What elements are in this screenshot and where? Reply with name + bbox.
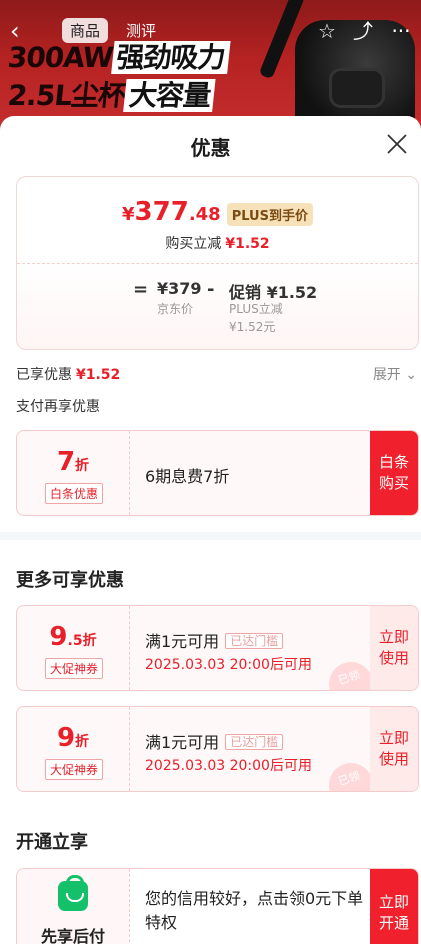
discount-number: 9 xyxy=(49,622,68,652)
coupon-valid-time: 2025.03.03 20:00后可用 xyxy=(145,657,312,673)
expand-label: 展开 xyxy=(372,367,401,383)
coupon-card: 9折 大促神券 满1元可用 已达门槛 2025.03.03 20:00后可用 已领… xyxy=(16,706,419,792)
favorite-star-icon[interactable]: ☆ xyxy=(314,18,340,44)
coupon-tag: 大促神券 xyxy=(45,658,104,679)
button-label-line1: 白条 xyxy=(378,453,409,471)
dashed-divider xyxy=(17,263,418,264)
use-coupon-button[interactable]: 立即 使用 xyxy=(370,606,418,690)
share-icon[interactable]: ⤴ xyxy=(350,18,376,44)
pay-later-card: 先享后付 您的信用较好，点击领0元下单特权 立即开通 xyxy=(16,868,419,944)
pay-later-name: 先享后付 xyxy=(40,927,105,944)
promo-sub-value: ¥1.52元 xyxy=(229,320,276,334)
discount-unit: 折 xyxy=(75,734,90,750)
use-coupon-button[interactable]: 立即 使用 xyxy=(370,707,418,791)
coupon-discount: 9折 xyxy=(17,723,129,753)
threshold-reached-chip: 已达门槛 xyxy=(225,633,284,649)
open-now-button[interactable]: 立即 开通 xyxy=(370,869,418,944)
coupon-separator xyxy=(129,707,130,791)
open-enjoy-title: 开通立享 xyxy=(16,832,88,853)
coupon-discount: 7折 xyxy=(17,447,129,477)
product-panel xyxy=(329,68,385,108)
price-symbol: ¥ xyxy=(122,204,135,225)
button-label-line2: 使用 xyxy=(378,649,409,667)
enjoyed-label: 已享优惠 xyxy=(16,367,72,383)
jd-price-label: 京东价 xyxy=(157,302,194,316)
section-gap xyxy=(0,532,421,540)
pay-more-label: 支付再享优惠 xyxy=(16,399,100,415)
coupon-card: 9.5折 大促神券 满1元可用 已达门槛 2025.03.03 20:00后可用 … xyxy=(16,605,419,691)
promo-text: 300AW xyxy=(6,41,115,74)
final-price: ¥377.48 xyxy=(122,197,221,227)
coupon-separator xyxy=(129,606,130,690)
promo-sub-label: PLUS立减 xyxy=(229,302,283,316)
coupon-title: 满1元可用 已达门槛 xyxy=(145,628,284,652)
promo-line-2: 2.5L尘杯大容量 xyxy=(6,74,217,114)
tab-review[interactable]: 测评 xyxy=(118,18,164,43)
pay-later-left: 先享后付 xyxy=(17,869,129,944)
button-label-line1: 立即 xyxy=(378,628,409,646)
close-icon[interactable] xyxy=(385,132,409,156)
promo-text-highlight: 大容量 xyxy=(123,79,217,112)
button-label-line1: 立即 xyxy=(378,893,409,911)
tab-product[interactable]: 商品 xyxy=(62,18,109,43)
more-discounts-title: 更多可享优惠 xyxy=(16,570,124,591)
jd-price: ¥379 xyxy=(157,279,202,298)
card-separator xyxy=(129,869,130,944)
coupon-title: 6期息费7折 xyxy=(145,467,230,486)
expand-toggle[interactable]: 展开 ⌄ xyxy=(373,364,417,384)
sheet-title: 优惠 xyxy=(190,136,231,160)
more-dots-icon[interactable]: ··· xyxy=(388,18,414,44)
back-arrow-icon[interactable]: ‹ xyxy=(10,18,36,44)
discount-number: 9 xyxy=(56,723,76,753)
coupon-tag: 大促神券 xyxy=(45,759,104,780)
discount-number: 7 xyxy=(56,447,76,477)
discount-unit: 折 xyxy=(75,458,90,474)
coupon-separator xyxy=(129,431,130,515)
threshold-reached-chip: 已达门槛 xyxy=(225,734,284,750)
reduce-label: 购买立减 xyxy=(165,236,222,252)
top-tabs: 商品 测评 xyxy=(62,18,164,43)
coupon-left: 9.5折 大促神券 xyxy=(17,606,129,690)
coupon-valid-time: 2025.03.03 20:00后可用 xyxy=(145,758,312,774)
reduce-value: ¥1.52 xyxy=(225,236,270,252)
coupon-discount: 9.5折 xyxy=(17,622,129,652)
coupon-title: 满1元可用 已达门槛 xyxy=(145,729,284,753)
final-price-row: ¥377.48 PLUS到手价 xyxy=(17,197,418,227)
product-banner: 300AW强劲吸力 2.5L尘杯大容量 ‹ 商品 测评 ☆ ⤴ ··· xyxy=(0,0,421,130)
promo-text-highlight: 强劲吸力 xyxy=(110,41,231,74)
discount-unit: .5折 xyxy=(67,633,97,649)
chevron-down-icon: ⌄ xyxy=(405,367,417,383)
shopping-bag-icon xyxy=(58,875,88,911)
pay-later-description: 您的信用较好，点击领0元下单特权 xyxy=(145,889,364,932)
price-decimal: .48 xyxy=(188,204,221,225)
baitiao-card: 7折 白条优惠 6期息费7折 白条购买 xyxy=(16,430,419,516)
coupon-threshold: 满1元可用 xyxy=(145,733,220,752)
coupon-tag: 白条优惠 xyxy=(45,483,104,504)
coupon-threshold: 满1元可用 xyxy=(145,632,220,651)
coupon-left: 7折 白条优惠 xyxy=(17,431,129,515)
button-label-line2: 使用 xyxy=(378,750,409,768)
minus-sign: - xyxy=(207,279,215,300)
coupon-left: 9折 大促神券 xyxy=(17,707,129,791)
equals-sign: = xyxy=(133,279,149,300)
promo-text: 2.5L尘杯 xyxy=(6,79,128,112)
button-label-line2: 购买 xyxy=(378,474,409,492)
promo-value: 促销 ¥1.52 xyxy=(229,283,318,302)
product-hose xyxy=(258,0,306,80)
price-card: ¥377.48 PLUS到手价 购买立减 ¥1.52 = ¥379 京东价 - 促… xyxy=(16,176,419,350)
discount-sheet: 优惠 ¥377.48 PLUS到手价 购买立减 ¥1.52 = ¥379 京东价 … xyxy=(0,116,421,944)
button-label-line2: 开通 xyxy=(378,914,409,932)
price-integer: 377 xyxy=(134,197,189,227)
enjoyed-discount: 已享优惠 ¥1.52 xyxy=(16,364,120,384)
enjoyed-value: ¥1.52 xyxy=(76,367,121,383)
baitiao-buy-button[interactable]: 白条 购买 xyxy=(370,431,418,515)
plus-price-badge: PLUS到手价 xyxy=(226,203,313,226)
reduce-row: 购买立减 ¥1.52 xyxy=(17,233,418,253)
button-label-line1: 立即 xyxy=(378,729,409,747)
